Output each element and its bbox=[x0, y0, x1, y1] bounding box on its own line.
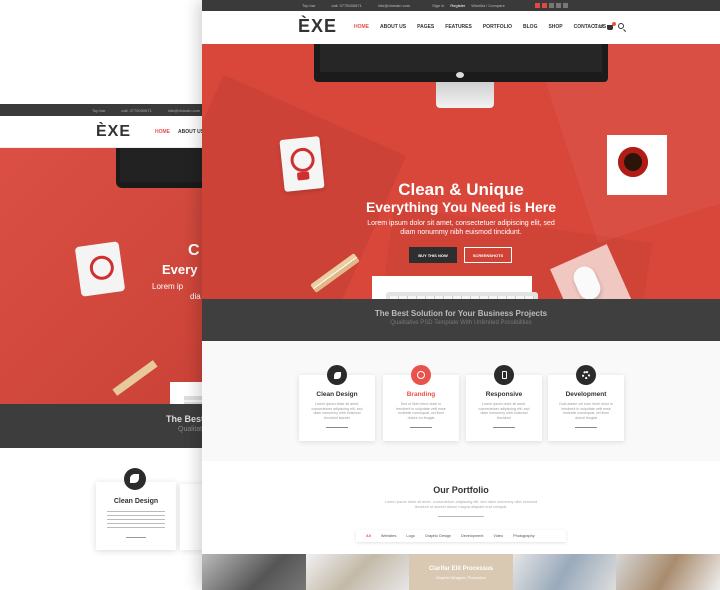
back-nav-about[interactable]: ABOUT US bbox=[178, 129, 204, 135]
filter-development[interactable]: Development bbox=[461, 534, 483, 538]
back-topbar-phone: call: 0775000671 bbox=[121, 107, 152, 113]
feature-text: Lorem ipsum dolor sit amet, consectetuer… bbox=[478, 402, 530, 420]
buy-now-button[interactable]: BUY THIS NOW bbox=[409, 247, 457, 263]
signin-link[interactable]: Sign in bbox=[432, 3, 444, 8]
topbar-text: Top bar bbox=[302, 3, 316, 8]
monitor-stand-image bbox=[436, 82, 494, 108]
feature-card-responsive[interactable]: Responsive Lorem ipsum dolor sit amet, c… bbox=[466, 365, 542, 441]
feature-text: Sed ut illum iriure dolor in hendrerit i… bbox=[396, 402, 446, 420]
portfolio-item[interactable] bbox=[512, 554, 617, 590]
leaf-icon bbox=[124, 468, 146, 490]
search-icon[interactable] bbox=[618, 23, 624, 29]
mobile-icon bbox=[494, 365, 514, 385]
main-menu: HOME ABOUT US PAGES FEATURES PORTFOLIO B… bbox=[354, 24, 606, 30]
filter-video[interactable]: Video bbox=[493, 534, 503, 538]
portfolio-item[interactable] bbox=[202, 554, 306, 590]
screenshots-button[interactable]: SCREENSHOTS bbox=[464, 247, 512, 263]
main-navbar: ÈXE HOME ABOUT US PAGES FEATURES PORTFOL… bbox=[202, 11, 720, 44]
back-banner-subtitle: Qualitat bbox=[178, 426, 203, 433]
portfolio-item-subcaption: Graphic Designer, Production bbox=[436, 576, 486, 580]
rss-icon[interactable] bbox=[562, 3, 568, 8]
back-topbar-text: Top bar bbox=[92, 107, 106, 113]
portfolio-item[interactable] bbox=[616, 554, 720, 590]
back-hero-desc: Lorem ip bbox=[152, 282, 184, 291]
facebook-icon[interactable] bbox=[534, 3, 540, 8]
nav-home[interactable]: HOME bbox=[354, 24, 369, 30]
banner-title: The Best Solution for Your Business Proj… bbox=[374, 309, 548, 318]
feature-card-branding[interactable]: Branding Sed ut illum iriure dolor in he… bbox=[383, 365, 459, 441]
back-feature-text bbox=[107, 511, 165, 529]
dribbble-icon bbox=[411, 365, 431, 385]
feature-title: Responsive bbox=[485, 391, 523, 398]
hero-section: Clean & Unique Everything You Need is He… bbox=[202, 44, 720, 300]
back-hero-desc-2: dia bbox=[190, 292, 201, 301]
apple-logo-icon bbox=[456, 72, 464, 78]
wishlist-link[interactable]: Wishlist / Compare bbox=[471, 3, 505, 8]
portfolio-item-caption: Clarifar Elit Processus bbox=[428, 566, 493, 572]
social-icons bbox=[534, 3, 568, 8]
back-feature-title: Clean Design bbox=[113, 498, 159, 505]
nav-pages[interactable]: PAGES bbox=[417, 24, 434, 30]
topbar-email[interactable]: info@domain.com bbox=[378, 3, 410, 8]
solution-banner: The Best Solution for Your Business Proj… bbox=[202, 299, 720, 349]
back-topbar-email: info@domain.com bbox=[167, 107, 201, 113]
banner-subtitle: Qualitative PSD Template With Unlimited … bbox=[390, 320, 532, 326]
nav-shop[interactable]: SHOP bbox=[548, 24, 562, 30]
feature-title: Development bbox=[565, 391, 607, 398]
gear-icon bbox=[576, 365, 596, 385]
back-logo[interactable]: ÈXE bbox=[96, 123, 131, 141]
filter-graphic-design[interactable]: Graphic Design bbox=[425, 534, 451, 538]
portfolio-item[interactable] bbox=[305, 554, 410, 590]
feature-card-clean-design[interactable]: Clean Design Lorem ipsum dolor sit amet,… bbox=[299, 365, 375, 441]
monitor-image bbox=[314, 44, 608, 82]
cart-icon bbox=[607, 21, 617, 30]
nav-portfolio[interactable]: PORTFOLIO bbox=[483, 24, 512, 30]
filter-all[interactable]: All bbox=[366, 534, 371, 538]
portfolio-section: Our Portfolio Lorem ipsum dolor sit amet… bbox=[202, 461, 720, 590]
features-section: Clean Design Lorem ipsum dolor sit amet,… bbox=[202, 341, 720, 461]
back-tape-image bbox=[74, 241, 126, 297]
nav-blog[interactable]: BLOG bbox=[523, 24, 537, 30]
hero-subtitle: Everything You Need is Here bbox=[365, 199, 557, 215]
back-monitor-image bbox=[116, 148, 216, 188]
leaf-icon bbox=[327, 365, 347, 385]
feature-text: Lorem ipsum dolor sit amet, consectetuer… bbox=[311, 402, 363, 420]
nav-features[interactable]: FEATURES bbox=[445, 24, 472, 30]
nav-about[interactable]: ABOUT US bbox=[380, 24, 406, 30]
portfolio-description: Lorem ipsum dolor sit amet, consectetuer… bbox=[384, 500, 538, 504]
feature-title: Clean Design bbox=[316, 391, 358, 398]
googleplus-icon[interactable] bbox=[548, 3, 554, 8]
site-logo[interactable]: ÈXE bbox=[298, 16, 337, 37]
cart-label: Cart bbox=[594, 24, 604, 30]
template-preview-stage: Top bar call: 0775000671 info@domain.com… bbox=[0, 0, 720, 590]
back-hero-subtitle: Every bbox=[162, 262, 198, 277]
back-feature-card: Clean Design bbox=[96, 468, 176, 550]
filter-websites[interactable]: Websites bbox=[381, 534, 397, 538]
back-banner-title: The Best bbox=[166, 414, 205, 424]
hero-description-2: diam nonummy nibh euismod tincidunt. bbox=[400, 229, 522, 236]
topbar: Top bar call: 0775000671 info@domain.com… bbox=[202, 0, 720, 11]
feature-title: Branding bbox=[406, 391, 436, 398]
cart-button[interactable]: Cart bbox=[594, 21, 617, 30]
portfolio-item-featured[interactable]: Clarifar Elit Processus Graphic Designer… bbox=[409, 554, 513, 590]
register-link[interactable]: Register bbox=[450, 3, 465, 8]
portfolio-grid: Clarifar Elit Processus Graphic Designer… bbox=[202, 554, 720, 590]
back-nav-home[interactable]: HOME bbox=[155, 129, 170, 135]
topbar-phone: call: 0775000671 bbox=[331, 3, 362, 8]
filter-photography[interactable]: Photography bbox=[513, 534, 535, 538]
back-hero-title: C bbox=[188, 242, 200, 259]
hero-description: Lorem ipsum dolor sit amet, consectetuer… bbox=[367, 220, 555, 227]
portfolio-description-2: tincidunt ut laoreet dolore magna aliqua… bbox=[414, 505, 508, 509]
feature-text: Duis autem vel eum iriure dolor in hendr… bbox=[559, 402, 613, 420]
filter-logo[interactable]: Logo bbox=[406, 534, 414, 538]
portfolio-filters: All Websites Logo Graphic Design Develop… bbox=[356, 530, 566, 542]
hero-title: Clean & Unique bbox=[398, 180, 524, 199]
feature-card-development[interactable]: Development Duis autem vel eum iriure do… bbox=[548, 365, 624, 441]
portfolio-title: Our Portfolio bbox=[433, 485, 489, 495]
front-preview: Top bar call: 0775000671 info@domain.com… bbox=[202, 0, 720, 590]
twitter-icon[interactable] bbox=[541, 3, 547, 8]
linkedin-icon[interactable] bbox=[555, 3, 561, 8]
